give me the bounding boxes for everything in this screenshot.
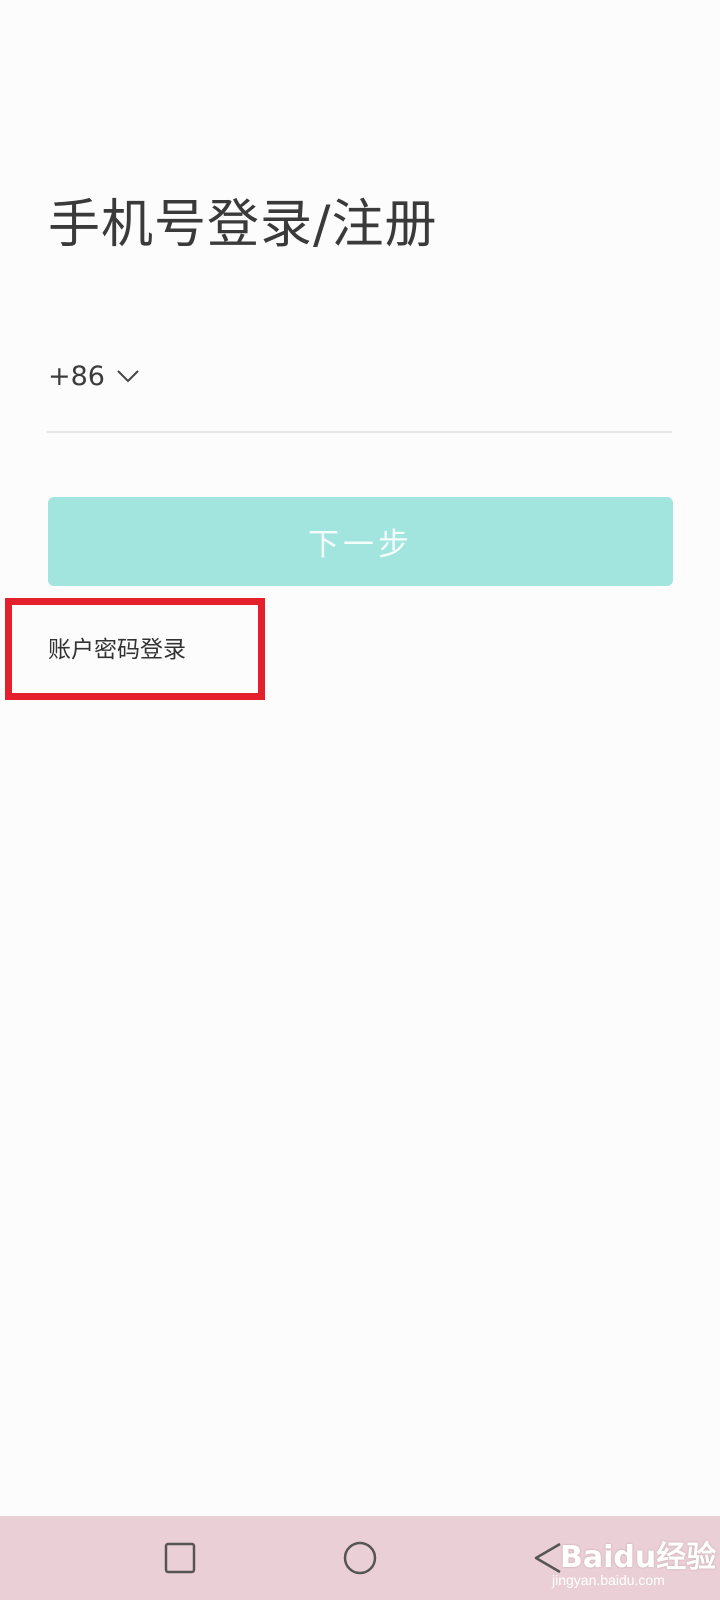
recents-button[interactable]: [130, 1516, 230, 1600]
country-code-selector[interactable]: +86: [48, 354, 139, 398]
home-button[interactable]: [310, 1516, 410, 1600]
country-code-label: +86: [48, 360, 105, 392]
account-password-login-link[interactable]: 账户密码登录: [48, 630, 186, 664]
phone-input[interactable]: [170, 350, 670, 400]
chevron-down-icon: [117, 370, 139, 383]
baidu-jingyan-watermark: Baidu经验 jingyan.baidu.com: [552, 1520, 717, 1596]
page-title: 手机号登录/注册: [48, 195, 438, 255]
watermark-url: jingyan.baidu.com: [552, 1572, 665, 1588]
recents-square-icon: [164, 1542, 196, 1574]
watermark-logo: Baidu经验: [560, 1540, 717, 1575]
home-circle-icon: [343, 1541, 377, 1575]
phone-input-underline: [47, 431, 672, 433]
next-button[interactable]: 下一步: [48, 497, 673, 586]
login-screen: 手机号登录/注册 +86 下一步 账户密码登录 Baidu经验 jingyan.…: [0, 0, 720, 1600]
